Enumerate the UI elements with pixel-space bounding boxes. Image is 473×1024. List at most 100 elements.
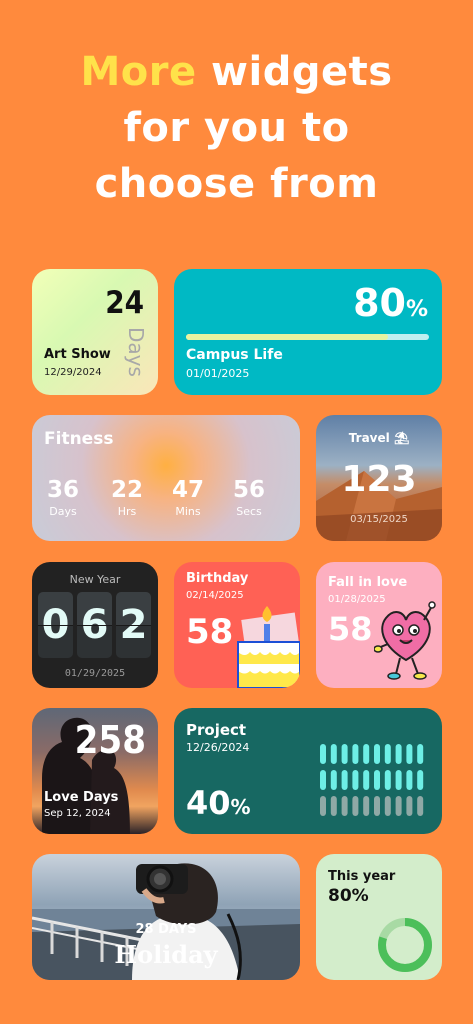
flip-digit: 2: [116, 592, 151, 658]
heart-character-icon: [374, 601, 436, 680]
progress-cell: [363, 770, 370, 790]
headline-line-1: More widgets: [0, 44, 473, 100]
headline-line1-rest: widgets: [196, 49, 393, 95]
campus-life-percent: 80%: [353, 281, 428, 325]
birthday-date: 02/14/2025: [186, 590, 244, 601]
holiday-widget[interactable]: 28 DAYS Holiday: [32, 854, 300, 980]
this-year-widget[interactable]: This year 80%: [316, 854, 442, 980]
holiday-days: 28 DAYS: [135, 922, 197, 937]
progress-cell: [352, 796, 359, 816]
beach-umbrella-icon: ⛱: [393, 431, 410, 445]
travel-widget[interactable]: Travel ⛱ 123 03/15/2025: [316, 415, 442, 541]
birthday-title: Birthday: [186, 571, 249, 586]
new-year-title: New Year: [69, 573, 121, 586]
campus-life-widget[interactable]: 80% Campus Life 01/01/2025: [174, 269, 442, 395]
countdown-label: Secs: [236, 505, 262, 518]
art-show-unit: Days: [124, 327, 148, 377]
travel-number: 123: [341, 459, 417, 500]
countdown-label: Days: [49, 505, 77, 518]
countdown-label: Mins: [175, 505, 201, 518]
fitness-countdown-hours: 22 Hrs: [104, 477, 150, 518]
progress-cell: [341, 770, 348, 790]
progress-cell: [374, 796, 380, 816]
countdown-value: 36: [46, 477, 79, 503]
fall-in-love-title: Fall in love: [328, 575, 408, 590]
campus-life-progress-fill: [186, 334, 388, 340]
art-show-number: 24: [105, 285, 144, 321]
new-year-date: 01/29/2025: [64, 668, 126, 679]
progress-cell: [384, 744, 391, 764]
progress-cell: [352, 744, 359, 764]
progress-cell: [320, 744, 326, 764]
countdown-value: 22: [110, 477, 143, 503]
progress-cell: [417, 770, 424, 790]
travel-title: Travel ⛱: [316, 431, 442, 445]
flip-digit: 6: [77, 592, 112, 658]
love-days-date: Sep 12, 2024: [44, 808, 111, 819]
flip-digit: 0: [38, 592, 73, 658]
progress-cell: [406, 796, 413, 816]
project-percent: 40%: [186, 784, 251, 822]
campus-life-progress-bar: [186, 334, 429, 340]
travel-title-text: Travel: [348, 431, 390, 445]
fall-in-love-widget[interactable]: Fall in love 01/28/2025 58: [316, 562, 442, 688]
progress-cell: [374, 744, 380, 764]
progress-cell: [320, 796, 326, 816]
countdown-label: Hrs: [117, 505, 137, 518]
headline-highlight: More: [80, 49, 197, 95]
travel-date: 03/15/2025: [350, 514, 408, 525]
this-year-percent: 80%: [328, 886, 369, 906]
art-show-date: 12/29/2024: [44, 367, 102, 378]
progress-cell: [384, 770, 391, 790]
fitness-widget[interactable]: Fitness 36 Days 22 Hrs 47 Mins 56 Secs: [32, 415, 300, 541]
love-days-number: 258: [74, 718, 146, 762]
campus-life-date: 01/01/2025: [186, 367, 250, 380]
campus-life-percent-value: 80: [353, 281, 406, 325]
countdown-value: 56: [232, 477, 265, 503]
birthday-cake-icon: [237, 606, 300, 688]
fall-in-love-number: 58: [328, 610, 373, 648]
this-year-title: This year: [328, 869, 396, 884]
fitness-countdown-minutes: 47 Mins: [165, 477, 211, 518]
progress-cell: [363, 796, 370, 816]
progress-cell: [417, 744, 424, 764]
project-widget[interactable]: Project 12/26/2024 40%: [174, 708, 442, 834]
campus-life-percent-sign: %: [405, 297, 428, 322]
project-percent-value: 40: [186, 784, 231, 822]
headline-line-3: choose from: [94, 161, 379, 207]
birthday-number: 58: [186, 612, 234, 652]
fitness-title: Fitness: [44, 429, 114, 449]
birthday-widget[interactable]: Birthday 02/14/2025 58: [174, 562, 300, 688]
headline: More widgets for you to choose from: [0, 44, 473, 212]
progress-cell: [395, 744, 402, 764]
progress-cell: [417, 796, 424, 816]
progress-cell: [384, 796, 391, 816]
progress-cell: [395, 796, 402, 816]
progress-cell: [341, 744, 348, 764]
progress-cell: [330, 744, 337, 764]
progress-cell: [406, 744, 413, 764]
project-title: Project: [186, 721, 247, 739]
progress-cell: [320, 770, 326, 790]
headline-line-2: for you to: [123, 105, 350, 151]
progress-cell: [330, 796, 337, 816]
project-date: 12/26/2024: [186, 741, 250, 754]
fitness-countdown-days: 36 Days: [40, 477, 86, 518]
art-show-title: Art Show: [44, 347, 111, 362]
progress-cell: [395, 770, 402, 790]
fitness-countdown-seconds: 56 Secs: [226, 477, 272, 518]
art-show-widget[interactable]: 24 Days Art Show 12/29/2024: [32, 269, 158, 395]
project-progress-grid: [320, 744, 424, 816]
new-year-widget[interactable]: New Year 0 6 2 01/29/2025: [32, 562, 158, 688]
progress-cell: [406, 770, 413, 790]
progress-cell: [341, 796, 348, 816]
project-percent-sign: %: [230, 795, 251, 819]
progress-cell: [352, 770, 359, 790]
progress-cell: [330, 770, 337, 790]
countdown-value: 47: [171, 477, 204, 503]
this-year-progress-ring: [378, 918, 432, 972]
campus-life-title: Campus Life: [186, 347, 283, 363]
progress-cell: [374, 770, 380, 790]
love-days-title: Love Days: [44, 790, 119, 805]
love-days-widget[interactable]: 258 Love Days Sep 12, 2024: [32, 708, 158, 834]
